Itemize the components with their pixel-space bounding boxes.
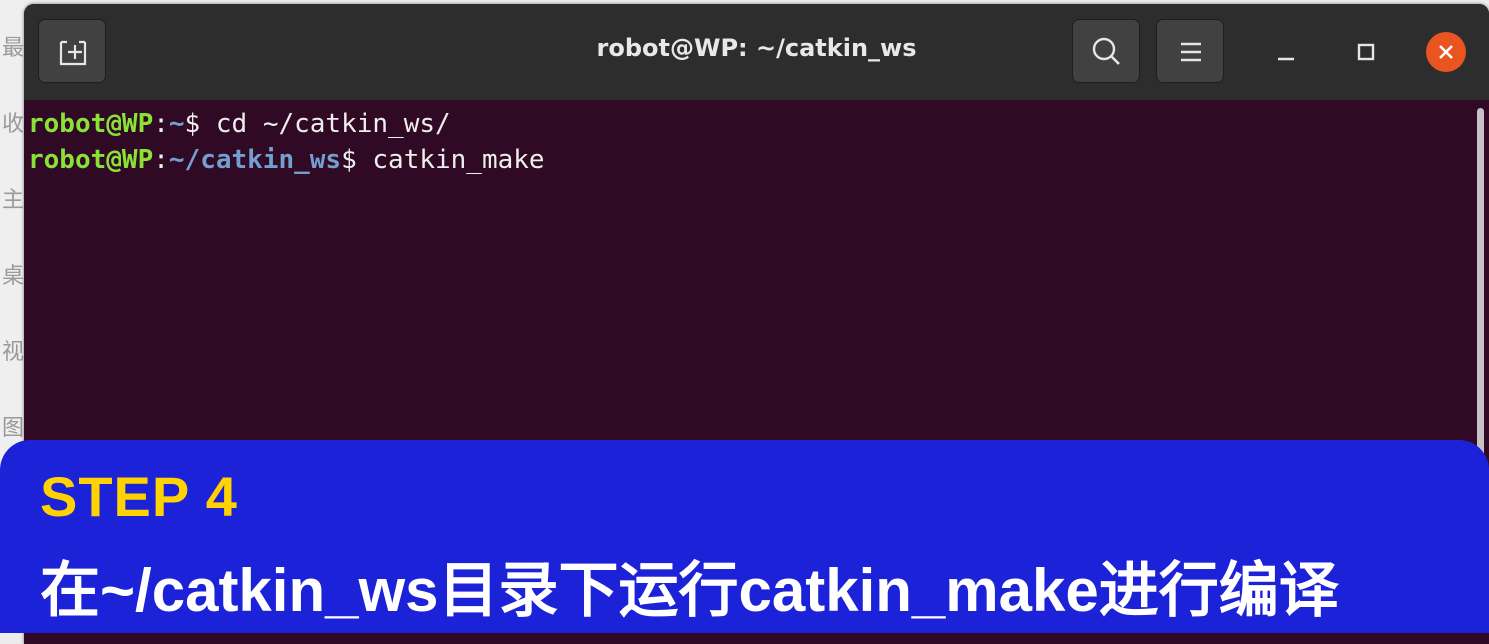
command-text: catkin_make [372, 145, 545, 175]
terminal-line: robot@WP:~$ cd ~/catkin_ws/ [28, 106, 1473, 142]
prompt-path: ~/catkin_ws [168, 145, 342, 175]
search-button[interactable] [1072, 19, 1140, 83]
background-sidebar-item[interactable]: 桌 [2, 258, 26, 290]
prompt-user: robot@WP [28, 145, 154, 175]
prompt-separator: : [153, 109, 169, 139]
prompt-user: robot@WP [28, 109, 154, 139]
background-sidebar-item[interactable]: 主 [2, 182, 26, 214]
search-icon [1092, 37, 1120, 65]
background-sidebar-item[interactable]: 最 [2, 30, 26, 62]
maximize-button[interactable] [1346, 32, 1386, 72]
close-icon [1439, 45, 1453, 59]
command-text: cd ~/catkin_ws/ [215, 109, 451, 139]
background-sidebar-item[interactable]: 视 [2, 334, 26, 366]
prompt-separator: : [153, 145, 169, 175]
prompt-path: ~ [168, 109, 185, 139]
close-button[interactable] [1426, 32, 1466, 72]
background-sidebar-item[interactable]: 图 [2, 410, 26, 442]
minimize-button[interactable] [1266, 32, 1306, 72]
terminal-line: robot@WP:~/catkin_ws$ catkin_make [28, 142, 1473, 178]
maximize-icon [1357, 43, 1375, 61]
minimize-icon [1278, 57, 1294, 61]
hamburger-menu-icon [1181, 42, 1201, 62]
menu-button[interactable] [1156, 19, 1224, 83]
title-bar[interactable]: robot@WP: ~/catkin_ws [24, 4, 1489, 101]
prompt-symbol: $ [341, 145, 373, 175]
prompt-symbol: $ [184, 109, 216, 139]
background-sidebar-item[interactable]: 收 [2, 106, 26, 138]
caption-text: 在~/catkin_ws目录下运行catkin_make进行编译 [40, 557, 1339, 624]
step-label: STEP 4 [40, 465, 238, 528]
